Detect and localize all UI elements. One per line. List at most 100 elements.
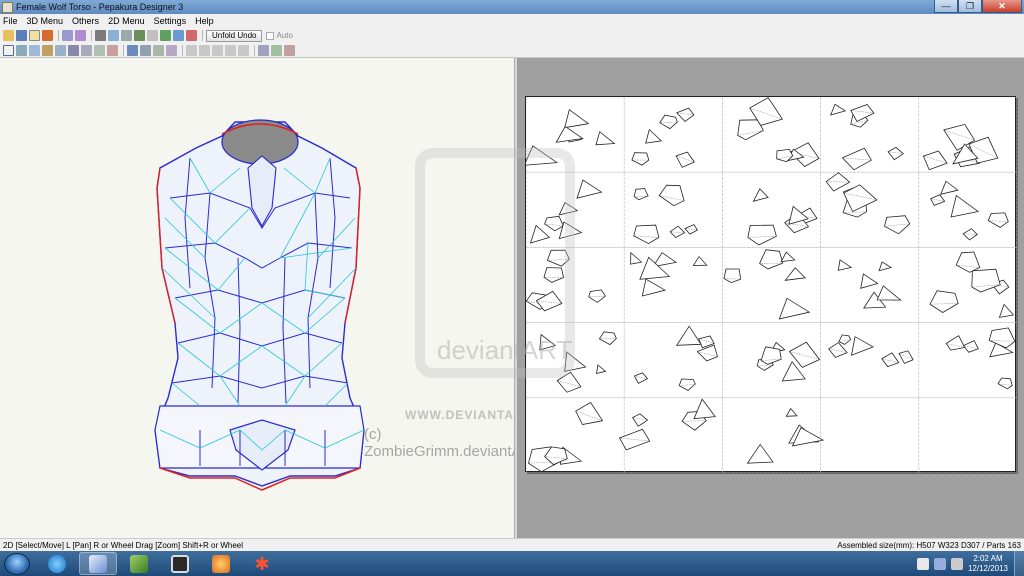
pattern-part[interactable] [675,151,695,168]
flip-icon[interactable] [68,44,79,56]
pattern-part[interactable] [962,228,978,241]
pattern-part[interactable] [659,114,678,130]
pattern-part[interactable] [692,255,708,267]
tool-icon[interactable] [121,30,132,41]
grid-icon[interactable] [140,44,151,56]
split-icon[interactable] [55,44,66,56]
pattern-part[interactable] [760,346,782,365]
network-icon[interactable] [933,557,946,570]
pattern-part[interactable] [950,194,980,218]
pattern-part[interactable] [669,225,686,238]
unfold-icon[interactable] [62,30,73,41]
pattern-part[interactable] [878,261,893,272]
pattern-part[interactable] [759,249,784,270]
show-desktop-button[interactable] [1014,551,1024,576]
align-left-icon[interactable] [186,44,197,56]
pattern-part[interactable] [633,224,660,245]
select-icon[interactable] [3,44,14,56]
print-icon[interactable] [166,44,177,56]
taskbar-pepakura[interactable] [79,552,117,575]
2d-view[interactable]: deviantART [415,58,1024,538]
taskbar-internet-explorer[interactable] [38,552,76,575]
pattern-part[interactable] [876,285,902,301]
pattern-part[interactable] [860,273,879,289]
pattern-part[interactable] [631,152,650,166]
pattern-part[interactable] [887,146,904,161]
anchor-icon[interactable] [134,30,145,41]
taskbar-app-star[interactable]: ✱ [243,552,281,575]
pattern-part[interactable] [898,350,914,364]
pattern-part[interactable] [645,128,663,144]
pattern-part[interactable] [987,212,1009,228]
move-icon[interactable] [16,44,27,56]
pattern-part[interactable] [837,259,853,271]
refold-icon[interactable] [75,30,86,41]
volume-icon[interactable] [950,557,963,570]
fit-icon[interactable] [271,44,282,56]
pattern-part[interactable] [595,131,616,146]
pattern-part[interactable] [747,224,777,246]
pattern-part[interactable] [945,335,966,351]
menu-3d[interactable]: 3D Menu [27,16,64,26]
start-button[interactable] [4,552,30,575]
pattern-part[interactable] [675,325,702,346]
pattern-part[interactable] [746,443,774,464]
pattern-part[interactable] [998,303,1015,318]
taskbar-app-green[interactable] [120,552,158,575]
pattern-part[interactable] [632,413,649,427]
pattern-part[interactable] [930,194,946,206]
align-center-icon[interactable] [199,44,210,56]
refresh-icon[interactable] [284,44,295,56]
pattern-part[interactable] [929,290,959,313]
close-button[interactable]: ✕ [982,0,1022,13]
menu-help[interactable]: Help [195,16,214,26]
pattern-part[interactable] [962,340,979,353]
menu-others[interactable]: Others [72,16,99,26]
image-icon[interactable] [107,44,118,56]
menu-2d[interactable]: 2D Menu [108,16,145,26]
pattern-part[interactable] [940,180,959,195]
pattern-part[interactable] [838,334,852,345]
pattern-part[interactable] [630,251,643,265]
pattern-part[interactable] [997,377,1013,390]
pattern-part[interactable] [988,327,1016,349]
pattern-part[interactable] [598,331,617,346]
pattern-part[interactable] [850,336,875,356]
taskbar-app-orange[interactable] [202,552,240,575]
pattern-part[interactable] [633,188,649,201]
page-icon[interactable] [153,44,164,56]
taskbar-app-media[interactable] [161,552,199,575]
menu-settings[interactable]: Settings [154,16,187,26]
pepakura-app-icon[interactable] [2,1,13,13]
color-icon[interactable] [186,30,197,41]
pattern-part[interactable] [881,352,900,368]
pattern-part[interactable] [575,401,604,425]
pattern-part[interactable] [955,251,981,273]
clock[interactable]: 2:02 AM 12/12/2013 [968,554,1008,574]
rotate-icon[interactable] [29,44,40,56]
pattern-part[interactable] [564,109,590,129]
pattern-part[interactable] [658,184,685,207]
maximize-button[interactable]: ❐ [958,0,982,13]
pen-icon[interactable] [95,30,106,41]
unfold-undo-button[interactable]: Unfold Undo [206,29,263,42]
pattern-part[interactable] [723,268,742,284]
pattern-part[interactable] [633,372,649,384]
flap-icon[interactable] [81,44,92,56]
flag-icon[interactable] [916,557,929,570]
pattern-part[interactable] [922,150,948,171]
cube-icon[interactable] [108,30,119,41]
auto-checkbox[interactable]: Auto [266,31,293,40]
minimize-button[interactable]: — [934,0,958,13]
pattern-part[interactable] [778,297,811,320]
align-top-icon[interactable] [225,44,236,56]
layout-icon[interactable] [127,44,138,56]
pattern-part[interactable] [784,267,807,281]
pattern-part[interactable] [884,215,911,235]
view-icon[interactable] [173,30,184,41]
save-icon[interactable] [16,30,27,41]
menu-file[interactable]: File [3,16,18,26]
pattern-part[interactable] [641,278,667,297]
pattern-part[interactable] [780,251,796,263]
open-icon[interactable] [3,30,14,41]
